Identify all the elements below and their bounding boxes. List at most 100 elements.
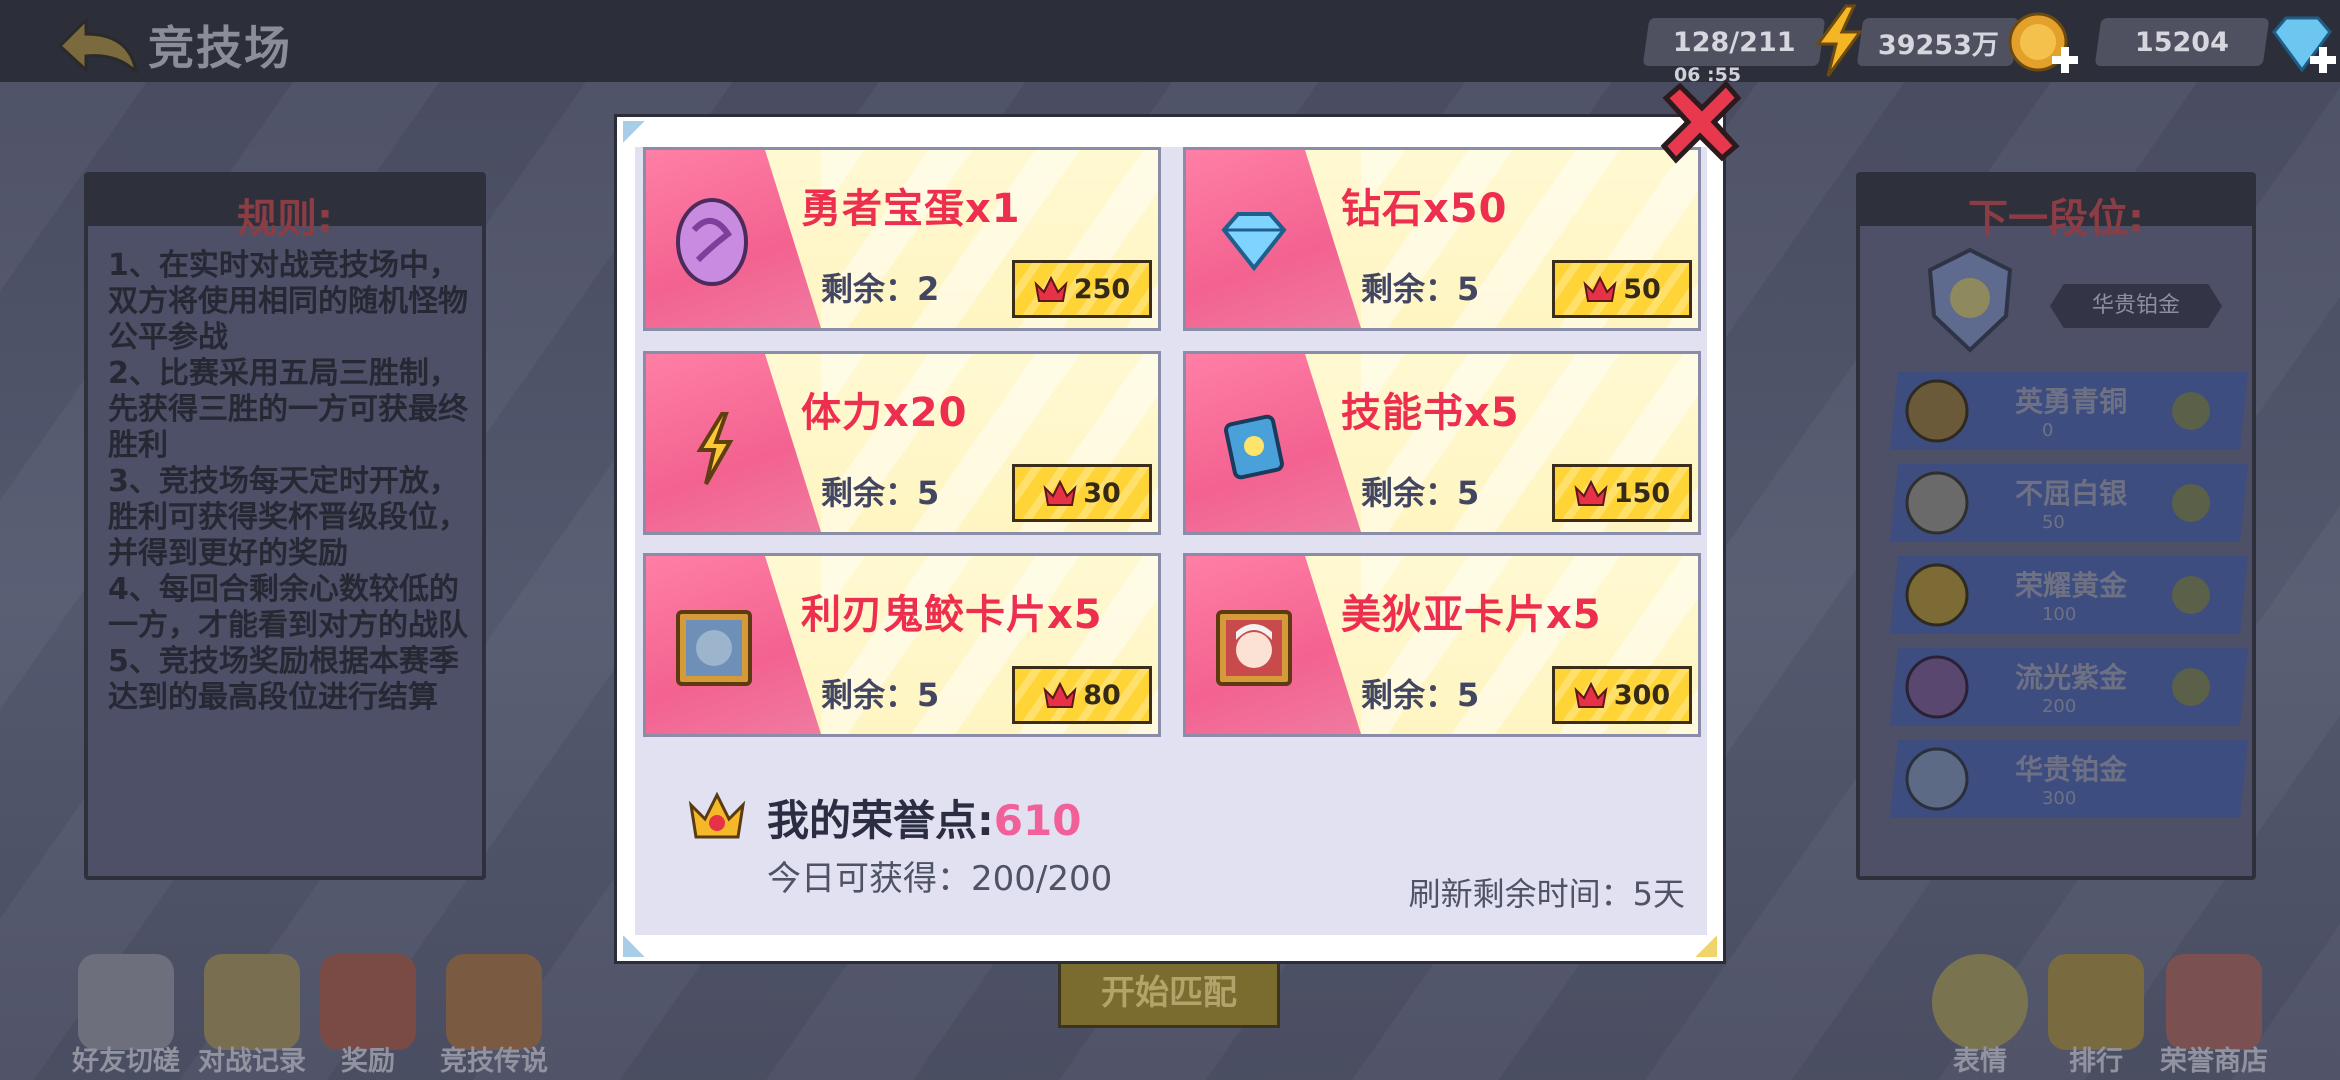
skill-book-icon xyxy=(1224,414,1284,480)
item-price: 50 xyxy=(1623,273,1661,305)
diamond-icon xyxy=(1221,212,1287,272)
platinum-rank-emblem-icon xyxy=(1905,747,1969,811)
gold-counter: 39253万 xyxy=(1856,18,2020,66)
item-remaining: 剩余：5 xyxy=(821,676,940,714)
next-rank-label: 华贵铂金 xyxy=(2050,284,2222,328)
legend-helmet-icon xyxy=(446,954,542,1050)
trophy-icon xyxy=(2048,954,2144,1050)
crossed-swords-icon xyxy=(78,954,174,1050)
shop-stall-icon xyxy=(2166,954,2262,1050)
buy-button[interactable]: 30 xyxy=(1012,464,1152,522)
rank-row-purple-gold: 流光紫金 200 xyxy=(1889,648,2249,726)
item-remaining: 剩余：5 xyxy=(1361,270,1480,308)
shop-item-card[interactable]: 体力x20 剩余：5 30 xyxy=(643,351,1161,535)
rank-row-bronze: 英勇青铜 0 xyxy=(1889,372,2249,450)
rank-row-silver: 不屈白银 50 xyxy=(1889,464,2249,542)
rank-points: 50 xyxy=(2041,512,2065,533)
rank-row-gold: 荣耀黄金 100 xyxy=(1889,556,2249,634)
rank-name: 不屈白银 xyxy=(2015,477,2128,510)
crown-icon xyxy=(1583,275,1617,302)
medea-card-icon xyxy=(1216,610,1292,686)
item-remaining: 剩余：5 xyxy=(1361,676,1480,714)
check-icon xyxy=(2172,392,2210,430)
record-scroll-icon xyxy=(204,954,300,1050)
item-remaining: 剩余：5 xyxy=(821,474,940,512)
shop-item-card[interactable]: 技能书x5 剩余：5 150 xyxy=(1183,351,1701,535)
gem-add-icon[interactable] xyxy=(2264,14,2340,76)
buy-button[interactable]: 50 xyxy=(1552,260,1692,318)
rule-line: 4、每回合剩余心数较低的一方，才能看到对方的战队 xyxy=(108,572,468,643)
rules-panel: 规则: 1、在实时对战竞技场中，双方将使用相同的随机怪物公平参战 2、比赛采用五… xyxy=(84,172,486,880)
crown-icon xyxy=(1574,681,1608,708)
rank-points: 100 xyxy=(2041,604,2077,625)
item-name: 技能书x5 xyxy=(1341,390,1520,436)
corner-decoration xyxy=(1695,935,1717,957)
rule-line: 2、比赛采用五局三胜制，先获得三胜的一方可获最终胜利 xyxy=(108,356,468,463)
platinum-rank-emblem-icon xyxy=(1927,247,2013,353)
crown-icon xyxy=(1034,275,1068,302)
check-icon xyxy=(2172,668,2210,706)
back-button[interactable]: 竞技场 xyxy=(56,12,292,78)
honor-points: 我的荣誉点:610 xyxy=(767,796,1082,845)
egg-icon xyxy=(676,198,748,286)
start-match-button[interactable]: 开始匹配 xyxy=(1058,958,1280,1028)
arena-legend-button[interactable]: 竞技传说 xyxy=(432,954,556,1078)
stamina-counter: 128/211 xyxy=(1642,18,1826,66)
item-name: 美狄亚卡片x5 xyxy=(1341,592,1602,638)
item-price: 250 xyxy=(1073,273,1131,305)
shop-item-card[interactable]: 勇者宝蛋x1 剩余：2 250 xyxy=(643,147,1161,331)
purple-gold-rank-emblem-icon xyxy=(1905,655,1969,719)
close-icon[interactable] xyxy=(1656,76,1746,164)
shark-card-icon xyxy=(676,610,752,686)
buy-button[interactable]: 80 xyxy=(1012,666,1152,724)
corner-decoration xyxy=(623,121,645,143)
rank-name: 荣耀黄金 xyxy=(2015,569,2128,602)
honor-shop-label: 荣誉商店 xyxy=(2160,1046,2268,1077)
rank-row-platinum: 华贵铂金 300 xyxy=(1889,740,2249,818)
shop-item-card[interactable]: 利刃鬼鲛卡片x5 剩余：5 80 xyxy=(643,553,1161,737)
honor-shop-modal: 勇者宝蛋x1 剩余：2 250 钻石x50 剩余：5 50 体力x20 剩余：5… xyxy=(614,114,1726,964)
back-arrow-icon xyxy=(57,16,138,74)
rule-line: 1、在实时对战竞技场中，双方将使用相同的随机怪物公平参战 xyxy=(108,248,468,355)
item-price: 300 xyxy=(1613,679,1671,711)
check-icon xyxy=(2172,484,2210,522)
item-remaining: 剩余：5 xyxy=(1361,474,1480,512)
rules-text: 1、在实时对战竞技场中，双方将使用相同的随机怪物公平参战 2、比赛采用五局三胜制… xyxy=(108,248,468,716)
next-rank-title: 下一段位: xyxy=(1968,196,2144,242)
crown-icon xyxy=(1043,681,1077,708)
rank-points: 200 xyxy=(2041,696,2077,717)
rank-points: 0 xyxy=(2041,420,2054,441)
item-price: 150 xyxy=(1613,477,1671,509)
rules-title: 规则: xyxy=(237,196,333,242)
gold-coin-add-icon[interactable] xyxy=(2006,8,2082,82)
item-name: 勇者宝蛋x1 xyxy=(801,186,1021,232)
rank-name: 流光紫金 xyxy=(2015,661,2128,694)
item-remaining: 剩余：2 xyxy=(821,270,940,308)
buy-button[interactable]: 300 xyxy=(1552,666,1692,724)
shop-item-card[interactable]: 钻石x50 剩余：5 50 xyxy=(1183,147,1701,331)
item-name: 体力x20 xyxy=(801,390,968,436)
rule-line: 5、竞技场奖励根据本赛季达到的最高段位进行结算 xyxy=(108,644,459,715)
item-price: 80 xyxy=(1083,679,1121,711)
stamina-bolt-icon xyxy=(696,412,734,485)
silver-rank-emblem-icon xyxy=(1905,471,1969,535)
gold-rank-emblem-icon xyxy=(1905,563,1969,627)
buy-button[interactable]: 150 xyxy=(1552,464,1692,522)
rule-line: 3、竞技场每天定时开放，胜利可获得奖杯晋级段位，并得到更好的奖励 xyxy=(108,464,468,571)
item-price: 30 xyxy=(1083,477,1121,509)
buy-button[interactable]: 250 xyxy=(1012,260,1152,318)
bronze-rank-emblem-icon xyxy=(1905,379,1969,443)
refresh-timer: 刷新剩余时间：5天 xyxy=(1408,875,1685,913)
honor-crown-icon xyxy=(688,791,746,839)
page-title: 竞技场 xyxy=(148,21,292,75)
honor-shop-button[interactable]: 荣誉商店 xyxy=(2152,954,2276,1078)
rank-name: 华贵铂金 xyxy=(2015,753,2128,786)
emote-face-icon xyxy=(1932,954,2028,1050)
rank-name: 英勇青铜 xyxy=(2015,385,2128,418)
daily-earnable: 今日可获得：200/200 xyxy=(767,859,1113,899)
crown-icon xyxy=(1043,479,1077,506)
honor-points-value: 610 xyxy=(993,796,1082,845)
crown-icon xyxy=(1574,479,1608,506)
shop-item-card[interactable]: 美狄亚卡片x5 剩余：5 300 xyxy=(1183,553,1701,737)
rank-points: 300 xyxy=(2041,788,2077,809)
